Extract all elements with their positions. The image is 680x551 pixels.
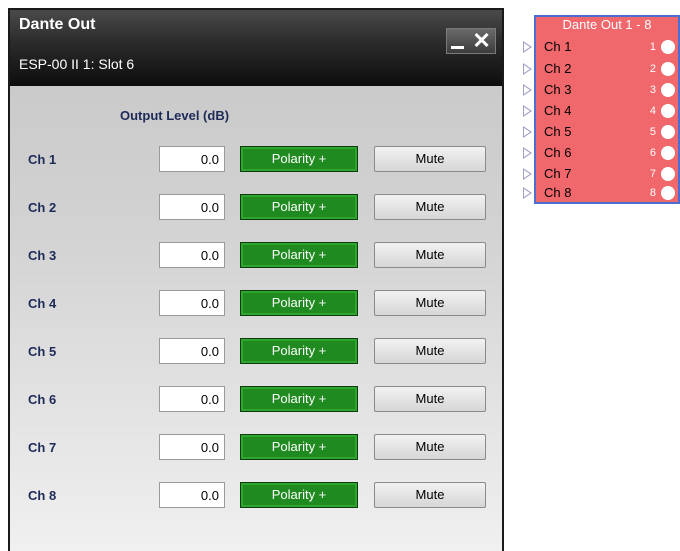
input-pin-icon[interactable]	[523, 84, 532, 96]
block-title: Dante Out 1 - 8	[562, 17, 652, 32]
channel-row: Ch 8 0.0 Polarity + Mute	[10, 482, 502, 508]
output-level-field[interactable]: 0.0	[159, 290, 225, 316]
channel-label: Ch 5	[28, 344, 57, 359]
pin-number: 2	[649, 63, 656, 75]
block-pin: Ch 7 7	[523, 166, 678, 181]
output-level-field[interactable]: 0.0	[159, 386, 225, 412]
mute-button[interactable]: Mute	[374, 194, 486, 220]
pin-label: Ch 6	[544, 145, 572, 160]
mute-button[interactable]: Mute	[374, 290, 486, 316]
mute-button[interactable]: Mute	[374, 482, 486, 508]
dante-out-window: Dante Out ESP-00 II 1: Slot 6 ✕ Output L…	[8, 8, 504, 551]
pin-number: 7	[649, 168, 656, 180]
output-level-field[interactable]: 0.0	[159, 338, 225, 364]
title-bar[interactable]: Dante Out ESP-00 II 1: Slot 6 ✕	[10, 10, 502, 86]
window-subtitle: ESP-00 II 1: Slot 6	[19, 56, 135, 72]
output-node-icon[interactable]	[661, 167, 675, 181]
channel-label: Ch 7	[28, 440, 57, 455]
pin-number: 1	[649, 41, 656, 53]
pin-label: Ch 8	[544, 185, 572, 200]
mute-button[interactable]: Mute	[374, 242, 486, 268]
dante-out-block[interactable]: Dante Out 1 - 8 Ch 1 1 Ch 2 2 Ch 3 3 Ch …	[523, 15, 680, 204]
input-pin-icon[interactable]	[523, 168, 532, 180]
window-controls: ✕	[446, 28, 496, 54]
block-pin: Ch 1 1	[523, 39, 678, 54]
channel-label: Ch 4	[28, 296, 57, 311]
block-pin: Ch 2 2	[523, 61, 678, 76]
output-node-icon[interactable]	[661, 125, 675, 139]
output-level-field[interactable]: 0.0	[159, 194, 225, 220]
output-node-icon[interactable]	[661, 146, 675, 160]
mute-button[interactable]: Mute	[374, 338, 486, 364]
input-pin-icon[interactable]	[523, 187, 532, 199]
channel-label: Ch 8	[28, 488, 57, 503]
output-level-field[interactable]: 0.0	[159, 242, 225, 268]
pin-label: Ch 2	[544, 61, 572, 76]
input-pin-icon[interactable]	[523, 41, 532, 53]
minimize-icon[interactable]	[451, 45, 465, 49]
block-pin: Ch 8 8	[523, 185, 678, 200]
output-node-icon[interactable]	[661, 40, 675, 54]
polarity-button[interactable]: Polarity +	[240, 386, 358, 412]
polarity-button[interactable]: Polarity +	[240, 146, 358, 172]
pin-number: 3	[649, 84, 656, 96]
pin-label: Ch 1	[544, 39, 572, 54]
block-pin: Ch 3 3	[523, 82, 678, 97]
pin-number: 4	[649, 105, 656, 117]
block-pin: Ch 6 6	[523, 145, 678, 160]
input-pin-icon[interactable]	[523, 126, 532, 138]
pin-number: 5	[649, 126, 656, 138]
pin-number: 6	[649, 147, 656, 159]
pin-number: 8	[649, 187, 656, 199]
channel-row: Ch 1 0.0 Polarity + Mute	[10, 146, 502, 172]
pin-label: Ch 4	[544, 103, 572, 118]
output-level-field[interactable]: 0.0	[159, 434, 225, 460]
polarity-button[interactable]: Polarity +	[240, 482, 358, 508]
channel-row: Ch 7 0.0 Polarity + Mute	[10, 434, 502, 460]
mute-button[interactable]: Mute	[374, 386, 486, 412]
polarity-button[interactable]: Polarity +	[240, 290, 358, 316]
channel-row: Ch 2 0.0 Polarity + Mute	[10, 194, 502, 220]
polarity-button[interactable]: Polarity +	[240, 434, 358, 460]
output-level-header: Output Level (dB)	[120, 108, 230, 123]
output-level-field[interactable]: 0.0	[159, 482, 225, 508]
channel-label: Ch 3	[28, 248, 57, 263]
pin-label: Ch 3	[544, 82, 572, 97]
polarity-button[interactable]: Polarity +	[240, 338, 358, 364]
channel-label: Ch 1	[28, 152, 57, 167]
output-node-icon[interactable]	[661, 62, 675, 76]
polarity-button[interactable]: Polarity +	[240, 194, 358, 220]
output-node-icon[interactable]	[661, 83, 675, 97]
input-pin-icon[interactable]	[523, 63, 532, 75]
input-pin-icon[interactable]	[523, 105, 532, 117]
output-level-field[interactable]: 0.0	[159, 146, 225, 172]
mute-button[interactable]: Mute	[374, 146, 486, 172]
block-pin: Ch 5 5	[523, 124, 678, 139]
channel-label: Ch 6	[28, 392, 57, 407]
channel-row: Ch 4 0.0 Polarity + Mute	[10, 290, 502, 316]
pin-label: Ch 7	[544, 166, 572, 181]
channel-row: Ch 5 0.0 Polarity + Mute	[10, 338, 502, 364]
close-icon[interactable]: ✕	[472, 30, 490, 52]
block-pin: Ch 4 4	[523, 103, 678, 118]
channel-row: Ch 3 0.0 Polarity + Mute	[10, 242, 502, 268]
mute-button[interactable]: Mute	[374, 434, 486, 460]
channel-row: Ch 6 0.0 Polarity + Mute	[10, 386, 502, 412]
polarity-button[interactable]: Polarity +	[240, 242, 358, 268]
channel-label: Ch 2	[28, 200, 57, 215]
window-title: Dante Out	[19, 16, 96, 33]
output-node-icon[interactable]	[661, 104, 675, 118]
output-node-icon[interactable]	[661, 186, 675, 200]
pin-label: Ch 5	[544, 124, 572, 139]
input-pin-icon[interactable]	[523, 147, 532, 159]
